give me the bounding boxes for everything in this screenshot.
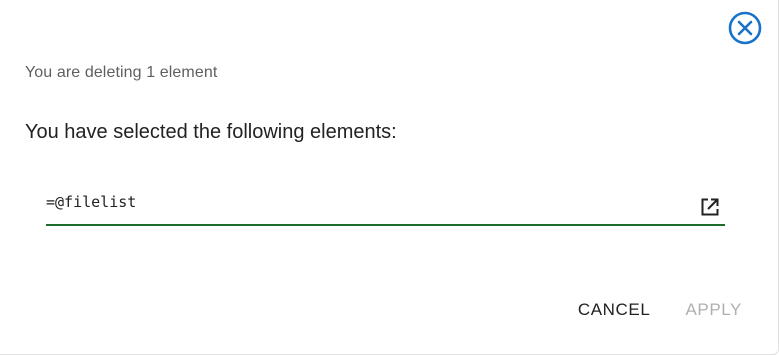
dialog-actions: CANCEL APPLY: [578, 300, 742, 320]
dialog-heading: You have selected the following elements…: [25, 121, 397, 143]
dialog-subtitle: You are deleting 1 element: [25, 64, 218, 81]
selected-element-value: =@filelist: [46, 193, 137, 211]
open-in-new-icon: [701, 198, 719, 216]
delete-dialog: You are deleting 1 element You have sele…: [0, 0, 779, 355]
close-circle-icon: [728, 11, 762, 45]
selected-elements-field[interactable]: =@filelist: [46, 186, 725, 226]
cancel-button[interactable]: CANCEL: [578, 300, 651, 320]
apply-button[interactable]: APPLY: [685, 300, 742, 320]
open-in-new-button[interactable]: [699, 196, 721, 218]
close-button[interactable]: [727, 10, 763, 46]
